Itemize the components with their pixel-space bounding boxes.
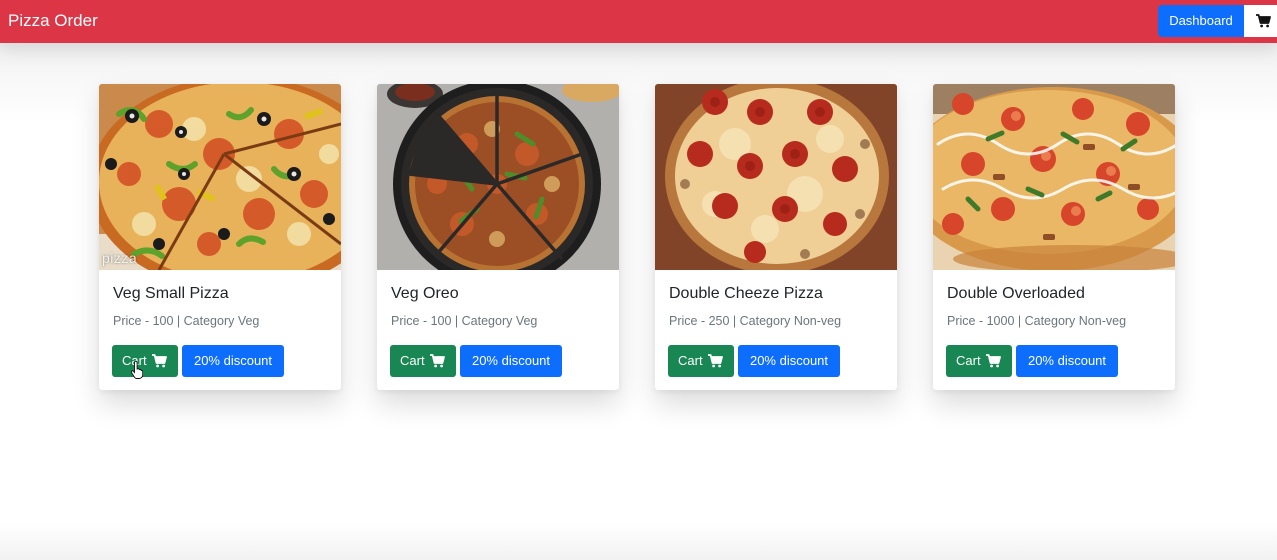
cart-button-label: Cart [400,353,425,368]
product-image [933,84,1175,270]
add-to-cart-button[interactable]: Cart [390,345,456,377]
cart-button-label: Cart [678,353,703,368]
product-title: Veg Small Pizza [113,285,229,302]
shopping-cart-icon [1256,14,1271,28]
product-image [377,84,619,270]
cart-button-label: Cart [956,353,981,368]
product-card: Veg Oreo Price - 100 | Category Veg Cart… [377,84,619,390]
add-to-cart-button[interactable]: Cart [946,345,1012,377]
product-title: Double Cheeze Pizza [669,285,823,302]
discount-button[interactable]: 20% discount [738,345,840,377]
image-watermark: pizza [102,250,138,266]
discount-button[interactable]: 20% discount [182,345,284,377]
add-to-cart-button[interactable]: Cart [112,345,178,377]
product-price-category: Price - 100 | Category Veg [391,314,538,328]
product-price-category: Price - 250 | Category Non-veg [669,314,842,328]
shopping-cart-icon [708,354,723,368]
product-price-category: Price - 1000 | Category Non-veg [947,314,1127,328]
add-to-cart-button[interactable]: Cart [668,345,734,377]
cart-button-label: Cart [122,353,147,368]
navbar: Pizza Order Dashboard [0,0,1277,43]
product-card: Double Cheeze Pizza Price - 250 | Catego… [655,84,897,390]
product-price-category: Price - 100 | Category Veg [113,314,260,328]
product-title: Double Overloaded [947,285,1085,302]
discount-button[interactable]: 20% discount [460,345,562,377]
shopping-cart-icon [152,354,167,368]
discount-button[interactable]: 20% discount [1016,345,1118,377]
navbar-brand[interactable]: Pizza Order [8,10,98,32]
product-title: Veg Oreo [391,285,459,302]
product-image: pizza [99,84,341,270]
navbar-cart-button[interactable] [1244,5,1277,37]
shopping-cart-icon [430,354,445,368]
dashboard-button[interactable]: Dashboard [1158,5,1244,37]
product-image [655,84,897,270]
product-card: pizza Veg Small Pizza Price - 100 | Cate… [99,84,341,390]
product-card: Double Overloaded Price - 1000 | Categor… [933,84,1175,390]
shopping-cart-icon [986,354,1001,368]
